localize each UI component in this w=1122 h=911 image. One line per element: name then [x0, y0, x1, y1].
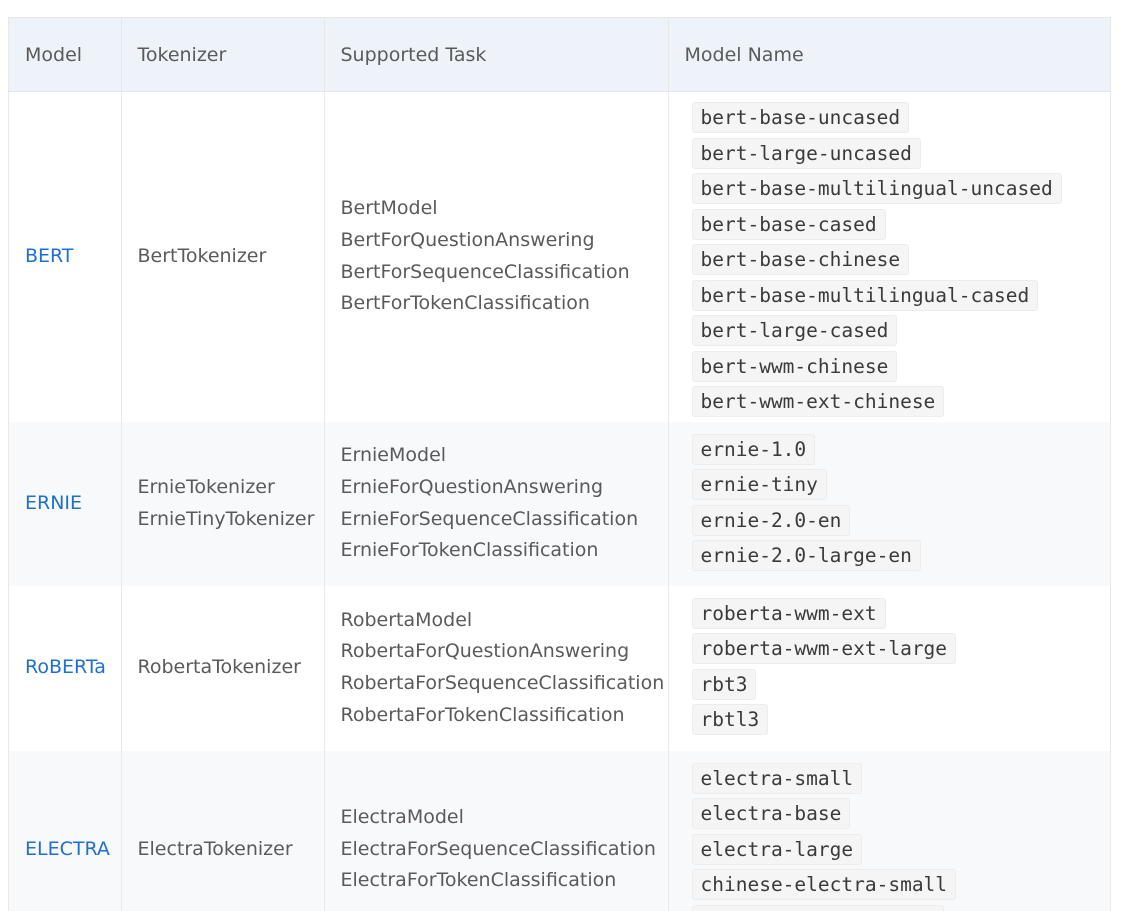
task-label: ElectraForSequenceClassification [340, 837, 656, 860]
model-name-code: bert-large-uncased [691, 137, 921, 169]
model-name-code: bert-wwm-chinese [691, 350, 898, 382]
task-label: ElectraForTokenClassification [340, 869, 617, 892]
task-label: ErnieModel [340, 444, 447, 467]
table-row: ELECTRA ElectraTokenizer ElectraModel El… [9, 750, 1110, 911]
model-name-code: bert-base-uncased [691, 102, 910, 133]
model-name-code: roberta-wwm-ext [691, 597, 886, 629]
model-name-code: bert-base-multilingual-uncased [691, 173, 1062, 204]
header-tokenizer: Tokenizer [121, 18, 325, 92]
model-name-code: electra-small [691, 762, 863, 794]
model-name-code: electra-base [691, 798, 851, 829]
model-link-electra[interactable]: ELECTRA [25, 838, 110, 860]
models-table-container: Model Tokenizer Supported Task Model Nam… [8, 17, 1111, 911]
tokenizer-cell: BertTokenizer [121, 91, 325, 422]
model-name-cell: roberta-wwm-ext roberta-wwm-ext-large rb… [668, 586, 1110, 751]
header-supported-task: Supported Task [324, 18, 669, 92]
models-table: Model Tokenizer Supported Task Model Nam… [9, 18, 1110, 911]
model-name-cell: electra-small electra-base electra-large… [668, 750, 1110, 911]
model-name-code: bert-large-cased [691, 315, 898, 346]
header-model-name: Model Name [668, 18, 1110, 92]
model-cell: ERNIE [9, 421, 122, 586]
model-link-roberta[interactable]: RoBERTa [25, 656, 106, 678]
table-row: RoBERTa RobertaTokenizer RobertaModel Ro… [9, 585, 1110, 751]
tokenizer-label: ErnieTokenizer [137, 475, 275, 498]
task-label: RobertaModel [340, 608, 473, 631]
model-name-code: chinese-electra-small [691, 869, 957, 900]
table-row: BERT BertTokenizer BertModel BertForQues… [9, 91, 1110, 422]
task-label: ErnieForSequenceClassification [340, 507, 639, 530]
tokenizer-cell: ErnieTokenizer ErnieTinyTokenizer [121, 421, 325, 586]
task-label: BertModel [340, 197, 438, 220]
model-name-code: ernie-1.0 [691, 433, 816, 465]
task-label: BertForSequenceClassification [340, 260, 630, 283]
model-cell: BERT [9, 91, 122, 422]
tokenizer-cell: ElectraTokenizer [121, 750, 325, 911]
task-label: RobertaForSequenceClassification [340, 672, 665, 694]
task-label: BertForTokenClassification [340, 292, 590, 315]
header-model: Model [9, 18, 122, 92]
task-label: BertForQuestionAnswering [340, 229, 595, 252]
model-name-code: ernie-2.0-en [691, 504, 851, 536]
model-name-cell: bert-base-uncased bert-large-uncased ber… [668, 92, 1110, 422]
task-cell: ElectraModel ElectraForSequenceClassific… [324, 750, 669, 911]
model-cell: RoBERTa [9, 585, 122, 751]
tokenizer-label: ErnieTinyTokenizer [137, 507, 315, 530]
model-name-code: rbt3 [691, 668, 757, 700]
task-label: ElectraModel [340, 805, 464, 828]
model-name-code: bert-base-multilingual-cased [691, 279, 1039, 311]
tokenizer-label: ElectraTokenizer [137, 837, 293, 860]
model-name-code: ernie-tiny [691, 469, 827, 500]
model-name-code: bert-base-cased [691, 208, 886, 240]
model-name-cell: ernie-1.0 ernie-tiny ernie-2.0-en ernie-… [668, 421, 1110, 586]
model-name-code: bert-wwm-ext-chinese [691, 386, 945, 417]
model-name-code: ernie-2.0-large-en [691, 540, 921, 571]
task-label: RobertaForQuestionAnswering [340, 640, 630, 663]
model-name-code: electra-large [691, 833, 863, 865]
task-cell: BertModel BertForQuestionAnswering BertF… [324, 91, 669, 422]
task-label: ErnieForQuestionAnswering [340, 475, 604, 498]
tokenizer-cell: RobertaTokenizer [121, 585, 325, 751]
task-label: ErnieForTokenClassification [340, 539, 599, 562]
model-link-ernie[interactable]: ERNIE [25, 492, 82, 514]
model-link-bert[interactable]: BERT [25, 245, 73, 267]
model-name-code: roberta-wwm-ext-large [691, 633, 957, 664]
model-name-code: rbtl3 [691, 704, 769, 735]
table-row: ERNIE ErnieTokenizer ErnieTinyTokenizer … [9, 421, 1110, 586]
model-name-code: bert-base-chinese [691, 244, 910, 275]
tokenizer-label: BertTokenizer [137, 244, 267, 267]
task-cell: ErnieModel ErnieForQuestionAnswering Ern… [324, 421, 669, 586]
model-name-code: chinese-electra-base [691, 904, 945, 911]
table-header-row: Model Tokenizer Supported Task Model Nam… [9, 18, 1110, 92]
task-cell: RobertaModel RobertaForQuestionAnswering… [324, 585, 669, 751]
task-label: RobertaForTokenClassification [340, 703, 625, 726]
model-cell: ELECTRA [9, 750, 122, 911]
tokenizer-label: RobertaTokenizer [137, 656, 301, 679]
